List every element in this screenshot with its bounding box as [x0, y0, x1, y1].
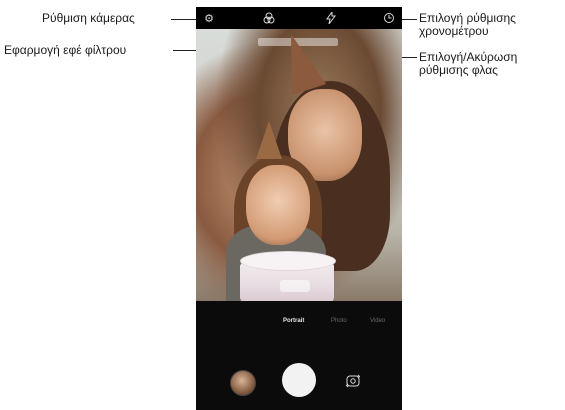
- flash-icon-glyph: [326, 12, 336, 24]
- switch-camera-icon-glyph: [345, 374, 361, 388]
- camera-top-bar: ⚙: [196, 7, 402, 29]
- gallery-thumbnail[interactable]: [230, 370, 256, 396]
- callout-flash: Επιλογή/Ακύρωση ρύθμισης φλας: [419, 51, 517, 77]
- camera-mode-strip: Portrait Photo Video: [196, 301, 402, 341]
- girl-party-hat: [256, 121, 282, 159]
- filter-icon[interactable]: [262, 11, 276, 25]
- filter-icon-glyph: [263, 12, 275, 24]
- mode-portrait[interactable]: Portrait: [283, 318, 304, 324]
- callout-line-camera-settings: [171, 19, 196, 20]
- camera-screen: ⚙ Portrait Photo Video: [196, 7, 402, 410]
- callout-flash-line2: ρύθμισης φλας: [419, 63, 498, 77]
- camera-controls: [196, 341, 402, 410]
- mode-video[interactable]: Video: [370, 318, 385, 324]
- callout-timer: Επιλογή ρύθμισης χρονομέτρου: [419, 12, 516, 38]
- mode-photo[interactable]: Photo: [331, 318, 347, 324]
- timer-icon-glyph: [384, 13, 394, 23]
- callout-apply-filter: Εφαρμογή εφέ φίλτρου: [4, 43, 127, 57]
- gear-icon[interactable]: ⚙: [202, 11, 216, 25]
- camera-viewfinder[interactable]: [196, 28, 402, 305]
- portrait-blur-indicator: [280, 280, 310, 292]
- callout-camera-settings: Ρύθμιση κάμερας: [42, 11, 135, 25]
- birthday-cake-top: [240, 251, 336, 271]
- shutter-button[interactable]: [282, 363, 316, 397]
- callout-timer-line2: χρονομέτρου: [419, 24, 489, 38]
- switch-camera-icon[interactable]: [342, 370, 364, 392]
- timer-icon[interactable]: [382, 11, 396, 25]
- flash-icon[interactable]: [324, 11, 338, 25]
- girl-face: [246, 165, 310, 245]
